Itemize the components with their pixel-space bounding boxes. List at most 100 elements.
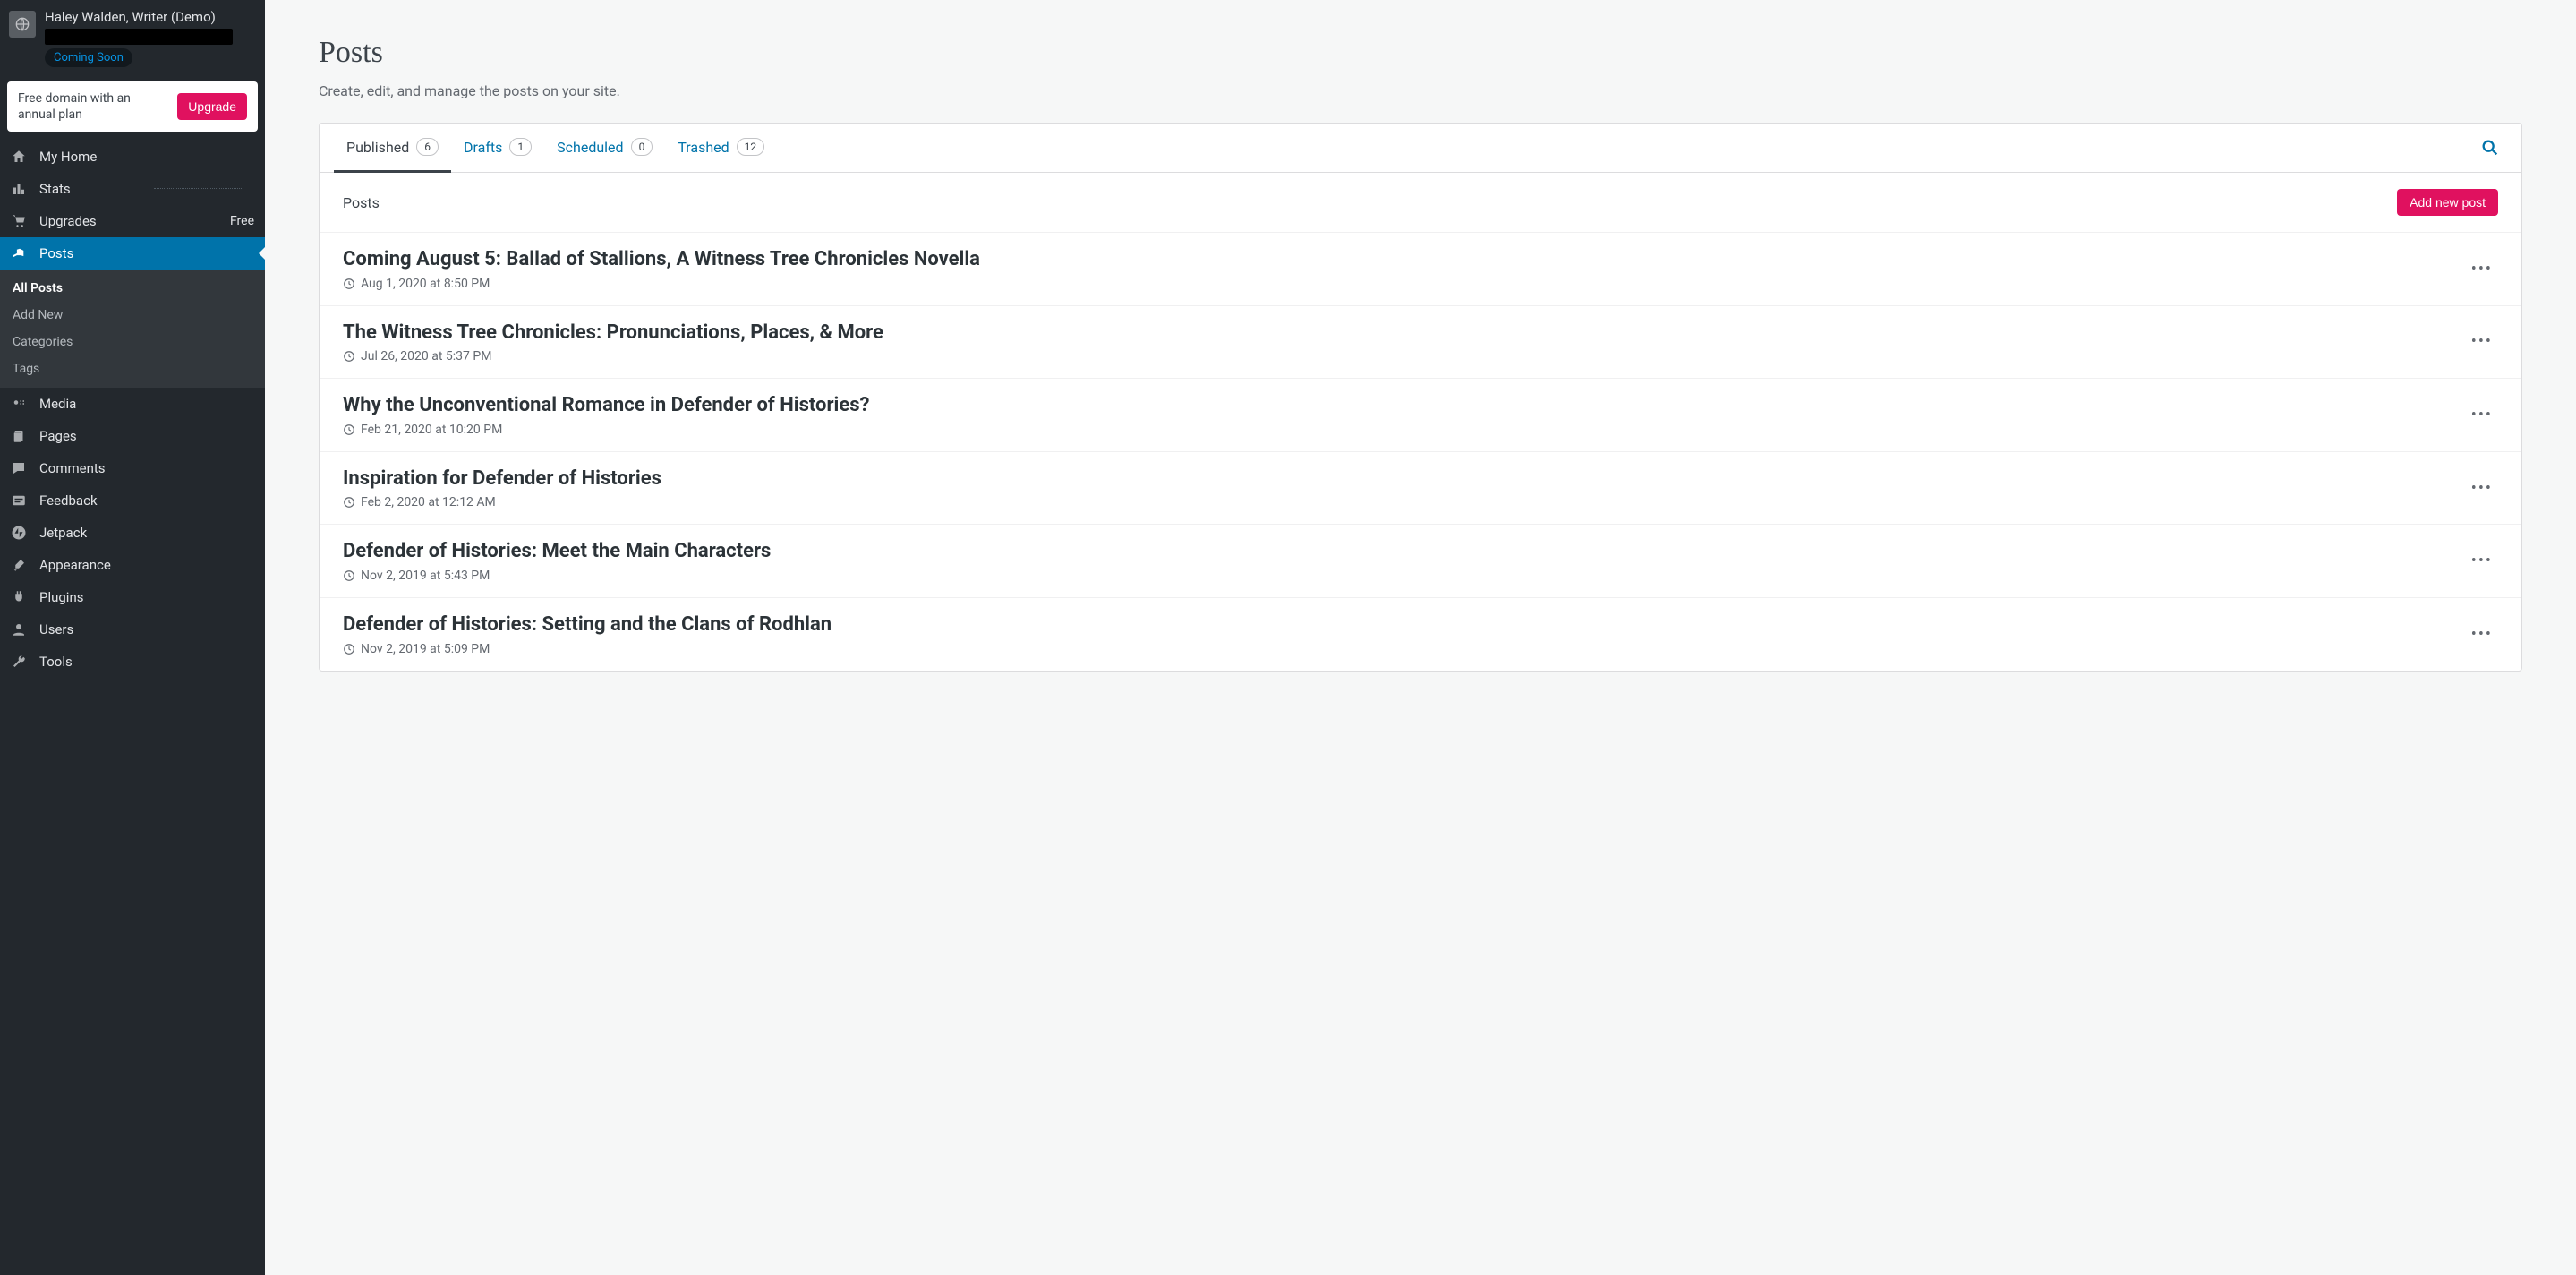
post-actions-menu-icon[interactable]: •••	[2466, 400, 2498, 430]
clock-icon	[343, 350, 355, 363]
post-row[interactable]: Why the Unconventional Romance in Defend…	[320, 379, 2521, 452]
sidebar-item-label: Feedback	[39, 492, 98, 509]
post-date: Feb 2, 2020 at 12:12 AM	[361, 495, 496, 509]
sidebar-item-my-home[interactable]: My Home	[0, 141, 265, 173]
wrench-icon	[11, 654, 29, 670]
posts-submenu-add-new[interactable]: Add New	[0, 302, 265, 329]
sidebar-item-label: Jetpack	[39, 525, 87, 541]
pin-icon	[11, 245, 29, 261]
sidebar-item-label: Pages	[39, 428, 77, 444]
posts-submenu-tags[interactable]: Tags	[0, 355, 265, 382]
post-row[interactable]: Defender of Histories: Setting and the C…	[320, 598, 2521, 671]
post-title[interactable]: Coming August 5: Ballad of Stallions, A …	[343, 247, 2466, 273]
brush-icon	[11, 557, 29, 573]
post-meta: Jul 26, 2020 at 5:37 PM	[343, 349, 2466, 364]
posts-list-header-title: Posts	[343, 194, 380, 211]
clock-icon	[343, 496, 355, 509]
post-row[interactable]: Defender of Histories: Meet the Main Cha…	[320, 525, 2521, 598]
post-main: Why the Unconventional Romance in Defend…	[343, 393, 2466, 437]
post-meta: Nov 2, 2019 at 5:09 PM	[343, 642, 2466, 656]
sidebar-item-upgrades[interactable]: UpgradesFree	[0, 205, 265, 237]
tab-published[interactable]: Published 6	[334, 124, 451, 173]
jetpack-icon	[11, 525, 29, 541]
upgrade-button[interactable]: Upgrade	[177, 93, 247, 120]
tab-trashed[interactable]: Trashed12	[665, 124, 777, 173]
post-row[interactable]: The Witness Tree Chronicles: Pronunciati…	[320, 306, 2521, 380]
sidebar-item-feedback[interactable]: Feedback	[0, 484, 265, 517]
post-title[interactable]: The Witness Tree Chronicles: Pronunciati…	[343, 321, 2466, 347]
pages-icon	[11, 428, 29, 444]
sidebar-item-appearance[interactable]: Appearance	[0, 549, 265, 581]
sidebar-item-users[interactable]: Users	[0, 613, 265, 646]
sidebar-item-pages[interactable]: Pages	[0, 420, 265, 452]
sidebar-item-label: Users	[39, 621, 73, 638]
plug-icon	[11, 589, 29, 605]
post-actions-menu-icon[interactable]: •••	[2466, 474, 2498, 503]
post-title[interactable]: Defender of Histories: Meet the Main Cha…	[343, 539, 2466, 565]
page-description: Create, edit, and manage the posts on yo…	[319, 82, 2522, 99]
search-icon[interactable]	[2473, 131, 2507, 165]
sidebar-item-label: Stats	[39, 181, 71, 197]
post-main: The Witness Tree Chronicles: Pronunciati…	[343, 321, 2466, 364]
upgrade-promo: Free domain with an annual plan Upgrade	[7, 81, 258, 132]
post-title[interactable]: Defender of Histories: Setting and the C…	[343, 612, 2466, 638]
post-row[interactable]: Inspiration for Defender of Histories Feb…	[320, 452, 2521, 526]
comment-icon	[11, 460, 29, 476]
post-actions-menu-icon[interactable]: •••	[2466, 546, 2498, 576]
page-title: Posts	[319, 36, 2522, 70]
sidebar-item-jetpack[interactable]: Jetpack	[0, 517, 265, 549]
post-title[interactable]: Inspiration for Defender of Histories	[343, 466, 2466, 492]
tab-count-badge: 12	[737, 138, 765, 156]
posts-submenu-categories[interactable]: Categories	[0, 329, 265, 355]
sidebar-item-label: Posts	[39, 245, 73, 261]
post-actions-menu-icon[interactable]: •••	[2466, 620, 2498, 649]
post-actions-menu-icon[interactable]: •••	[2466, 327, 2498, 356]
post-status-tabs: Published 6 Drafts 1 Scheduled 0 Trashed12	[320, 124, 2521, 173]
sidebar-nav: My Home Stats UpgradesFree Posts All PostsAd…	[0, 141, 265, 678]
sidebar-item-posts[interactable]: Posts	[0, 237, 265, 270]
sidebar-item-tools[interactable]: Tools	[0, 646, 265, 678]
post-date: Feb 21, 2020 at 10:20 PM	[361, 423, 502, 437]
post-date: Nov 2, 2019 at 5:09 PM	[361, 642, 490, 656]
site-url-redacted	[45, 29, 233, 45]
clock-icon	[343, 424, 355, 436]
tab-count-badge: 6	[416, 138, 439, 156]
add-new-post-button[interactable]: Add new post	[2397, 189, 2498, 216]
post-meta: Nov 2, 2019 at 5:43 PM	[343, 569, 2466, 583]
post-date: Aug 1, 2020 at 8:50 PM	[361, 277, 490, 291]
posts-submenu: All PostsAdd NewCategoriesTags	[0, 270, 265, 388]
post-title[interactable]: Why the Unconventional Romance in Defend…	[343, 393, 2466, 419]
sidebar-item-stats[interactable]: Stats	[0, 173, 265, 205]
post-meta: Feb 2, 2020 at 12:12 AM	[343, 495, 2466, 509]
post-main: Defender of Histories: Meet the Main Cha…	[343, 539, 2466, 583]
tab-label: Published	[346, 139, 409, 156]
tab-scheduled[interactable]: Scheduled 0	[544, 124, 665, 173]
site-title: Haley Walden, Writer (Demo)	[45, 9, 256, 27]
media-icon	[11, 396, 29, 412]
sidebar-item-label: Tools	[39, 654, 73, 670]
sidebar-item-plugins[interactable]: Plugins	[0, 581, 265, 613]
tab-count-badge: 0	[631, 138, 653, 156]
post-date: Nov 2, 2019 at 5:43 PM	[361, 569, 490, 583]
post-row[interactable]: Coming August 5: Ballad of Stallions, A …	[320, 233, 2521, 306]
sidebar-item-media[interactable]: Media	[0, 388, 265, 420]
clock-icon	[343, 278, 355, 290]
tab-drafts[interactable]: Drafts 1	[451, 124, 544, 173]
sidebar-item-label: Upgrades	[39, 213, 97, 229]
tab-label: Drafts	[464, 139, 502, 156]
sidebar-item-comments[interactable]: Comments	[0, 452, 265, 484]
posts-submenu-all-posts[interactable]: All Posts	[0, 275, 265, 302]
post-main: Defender of Histories: Setting and the C…	[343, 612, 2466, 656]
sidebar-item-label: Appearance	[39, 557, 111, 573]
posts-list-header: Posts Add new post	[320, 173, 2521, 233]
site-avatar-icon	[9, 11, 36, 38]
post-actions-menu-icon[interactable]: •••	[2466, 254, 2498, 284]
user-icon	[11, 621, 29, 638]
tab-count-badge: 1	[509, 138, 532, 156]
sidebar-item-label: Media	[39, 396, 76, 412]
site-status-badge[interactable]: Coming Soon	[45, 48, 132, 67]
post-meta: Feb 21, 2020 at 10:20 PM	[343, 423, 2466, 437]
site-switcher[interactable]: Haley Walden, Writer (Demo) Coming Soon	[0, 0, 265, 73]
tab-label: Scheduled	[557, 139, 623, 156]
sidebar-separator	[154, 188, 243, 189]
